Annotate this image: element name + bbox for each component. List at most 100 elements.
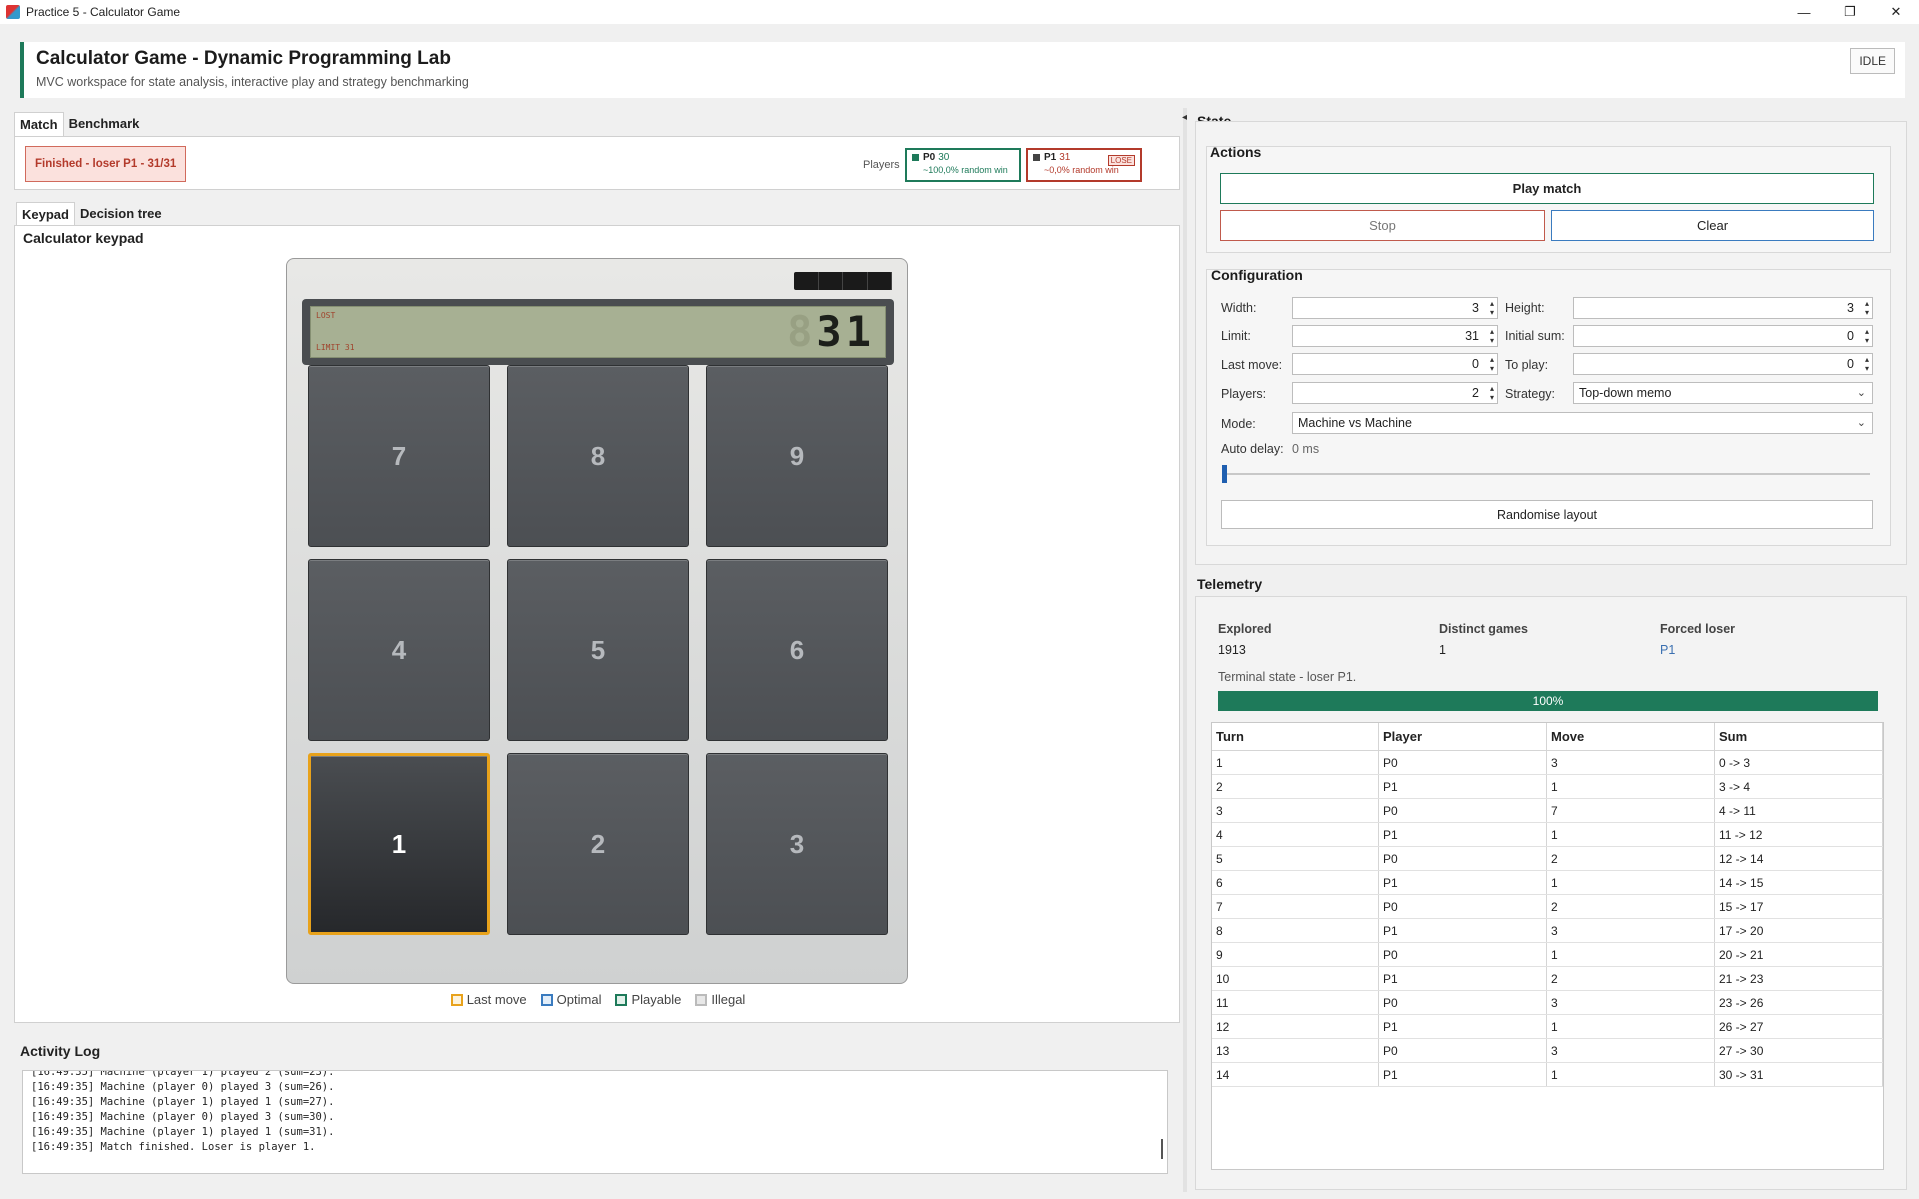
app-header: Calculator Game - Dynamic Programming La… xyxy=(20,42,1905,98)
key-5[interactable]: 5 xyxy=(507,559,689,741)
legend-illegal: Illegal xyxy=(695,992,745,1007)
window-title: Practice 5 - Calculator Game xyxy=(26,5,181,19)
legend-label: Playable xyxy=(631,992,682,1007)
table-cell: 23 -> 26 xyxy=(1715,991,1883,1014)
table-cell: 9 xyxy=(1212,943,1379,966)
table-cell: 3 -> 4 xyxy=(1715,775,1883,798)
panel-splitter[interactable] xyxy=(1183,108,1187,1192)
close-icon[interactable]: ✕ xyxy=(1873,0,1919,24)
table-row[interactable]: 9 P0 1 20 -> 21 xyxy=(1212,943,1883,967)
tab-match[interactable]: Match xyxy=(14,112,64,136)
tab-keypad[interactable]: Keypad xyxy=(16,202,75,226)
table-row[interactable]: 1 P0 3 0 -> 3 xyxy=(1212,751,1883,775)
legend-label: Illegal xyxy=(711,992,746,1007)
table-cell: P0 xyxy=(1379,1039,1547,1062)
auto-delay-slider[interactable] xyxy=(1222,473,1870,475)
minimize-icon[interactable]: — xyxy=(1781,0,1827,24)
terminal-state-text: Terminal state - loser P1. xyxy=(1218,670,1357,684)
table-row[interactable]: 14 P1 1 30 -> 31 xyxy=(1212,1063,1883,1087)
table-cell: P0 xyxy=(1379,991,1547,1014)
main-tabs: Match Benchmark xyxy=(14,112,144,136)
strategy-select[interactable]: Top-down memo ⌄ xyxy=(1573,382,1873,404)
table-cell: 4 xyxy=(1212,823,1379,846)
limit-spinner[interactable]: 31 xyxy=(1292,325,1498,347)
table-cell: 11 xyxy=(1212,991,1379,1014)
key-9[interactable]: 9 xyxy=(706,365,888,547)
tab-decision-tree[interactable]: Decision tree xyxy=(75,202,167,226)
clear-button[interactable]: Clear xyxy=(1551,210,1874,241)
tab-benchmark[interactable]: Benchmark xyxy=(64,112,145,136)
table-row[interactable]: 4 P1 1 11 -> 12 xyxy=(1212,823,1883,847)
column-header-move[interactable]: Move xyxy=(1547,723,1715,750)
play-match-button[interactable]: Play match xyxy=(1220,173,1874,204)
table-cell: 1 xyxy=(1547,1015,1715,1038)
table-cell: P1 xyxy=(1379,871,1547,894)
table-cell: 1 xyxy=(1547,823,1715,846)
legend-last-move: Last move xyxy=(450,992,527,1007)
table-cell: 11 -> 12 xyxy=(1715,823,1883,846)
table-cell: P0 xyxy=(1379,895,1547,918)
table-cell: 3 xyxy=(1547,919,1715,942)
keypad-panel: Calculator keypad LOST LIMIT 31 831 7 8 … xyxy=(14,225,1180,1023)
activity-log[interactable]: [16:49:35] Machine (player 1) played 2 (… xyxy=(22,1070,1168,1174)
strategy-value: Top-down memo xyxy=(1579,386,1672,400)
key-2[interactable]: 2 xyxy=(507,753,689,935)
players-label: Players xyxy=(863,159,900,171)
auto-delay-label: Auto delay: xyxy=(1221,442,1284,456)
player-card-p0: P0 30 ~100,0% random win xyxy=(905,148,1021,182)
table-cell: 15 -> 17 xyxy=(1715,895,1883,918)
legend-swatch xyxy=(450,993,463,1006)
column-header-player[interactable]: Player xyxy=(1379,723,1547,750)
table-cell: 8 xyxy=(1212,919,1379,942)
players-spinner[interactable]: 2 xyxy=(1292,382,1498,404)
table-row[interactable]: 3 P0 7 4 -> 11 xyxy=(1212,799,1883,823)
table-row[interactable]: 10 P1 2 21 -> 23 xyxy=(1212,967,1883,991)
table-row[interactable]: 6 P1 1 14 -> 15 xyxy=(1212,871,1883,895)
key-3[interactable]: 3 xyxy=(706,753,888,935)
table-cell: 13 xyxy=(1212,1039,1379,1062)
table-row[interactable]: 5 P0 2 12 -> 14 xyxy=(1212,847,1883,871)
table-cell: P1 xyxy=(1379,823,1547,846)
stop-button[interactable]: Stop xyxy=(1220,210,1545,241)
table-row[interactable]: 8 P1 3 17 -> 20 xyxy=(1212,919,1883,943)
table-cell: 17 -> 20 xyxy=(1715,919,1883,942)
table-row[interactable]: 13 P0 3 27 -> 30 xyxy=(1212,1039,1883,1063)
table-row[interactable]: 12 P1 1 26 -> 27 xyxy=(1212,1015,1883,1039)
collapse-arrow-icon[interactable]: ◂ xyxy=(1182,112,1187,123)
initial-sum-spinner[interactable]: 0 xyxy=(1573,325,1873,347)
width-spinner[interactable]: 3 xyxy=(1292,297,1498,319)
table-cell: P0 xyxy=(1379,847,1547,870)
column-header-turn[interactable]: Turn xyxy=(1212,723,1379,750)
moves-table: Turn Player Move Sum 1 P0 3 0 -> 3 2 P1 1 3 -> … xyxy=(1211,722,1884,1170)
table-row[interactable]: 7 P0 2 15 -> 17 xyxy=(1212,895,1883,919)
chevron-down-icon: ⌄ xyxy=(1856,417,1866,429)
telemetry-title: Telemetry xyxy=(1197,576,1263,592)
table-cell: 2 xyxy=(1547,847,1715,870)
auto-delay-slider-thumb[interactable] xyxy=(1222,465,1227,483)
table-row[interactable]: 11 P0 3 23 -> 26 xyxy=(1212,991,1883,1015)
key-6[interactable]: 6 xyxy=(706,559,888,741)
column-header-sum[interactable]: Sum xyxy=(1715,723,1883,750)
player-win-note: ~100,0% random win xyxy=(923,165,1008,175)
log-scrollbar[interactable] xyxy=(1161,1139,1163,1159)
height-spinner[interactable]: 3 xyxy=(1573,297,1873,319)
key-1[interactable]: 1 xyxy=(308,753,490,935)
table-cell: 12 -> 14 xyxy=(1715,847,1883,870)
to-play-spinner[interactable]: 0 xyxy=(1573,353,1873,375)
lcd-display: LOST LIMIT 31 831 xyxy=(310,306,886,358)
forced-loser-label: Forced loser xyxy=(1660,622,1736,636)
table-row[interactable]: 2 P1 1 3 -> 4 xyxy=(1212,775,1883,799)
randomise-layout-button[interactable]: Randomise layout xyxy=(1221,500,1873,529)
mode-select[interactable]: Machine vs Machine ⌄ xyxy=(1292,412,1873,434)
player-name: P0 xyxy=(923,152,936,163)
table-cell: P0 xyxy=(1379,751,1547,774)
app-icon xyxy=(6,5,20,19)
view-tabs: Keypad Decision tree xyxy=(16,202,167,226)
table-cell: P0 xyxy=(1379,943,1547,966)
last-move-spinner[interactable]: 0 xyxy=(1292,353,1498,375)
restore-icon[interactable]: ❐ xyxy=(1827,0,1873,24)
key-4[interactable]: 4 xyxy=(308,559,490,741)
key-8[interactable]: 8 xyxy=(507,365,689,547)
key-7[interactable]: 7 xyxy=(308,365,490,547)
legend-optimal: Optimal xyxy=(540,992,601,1007)
